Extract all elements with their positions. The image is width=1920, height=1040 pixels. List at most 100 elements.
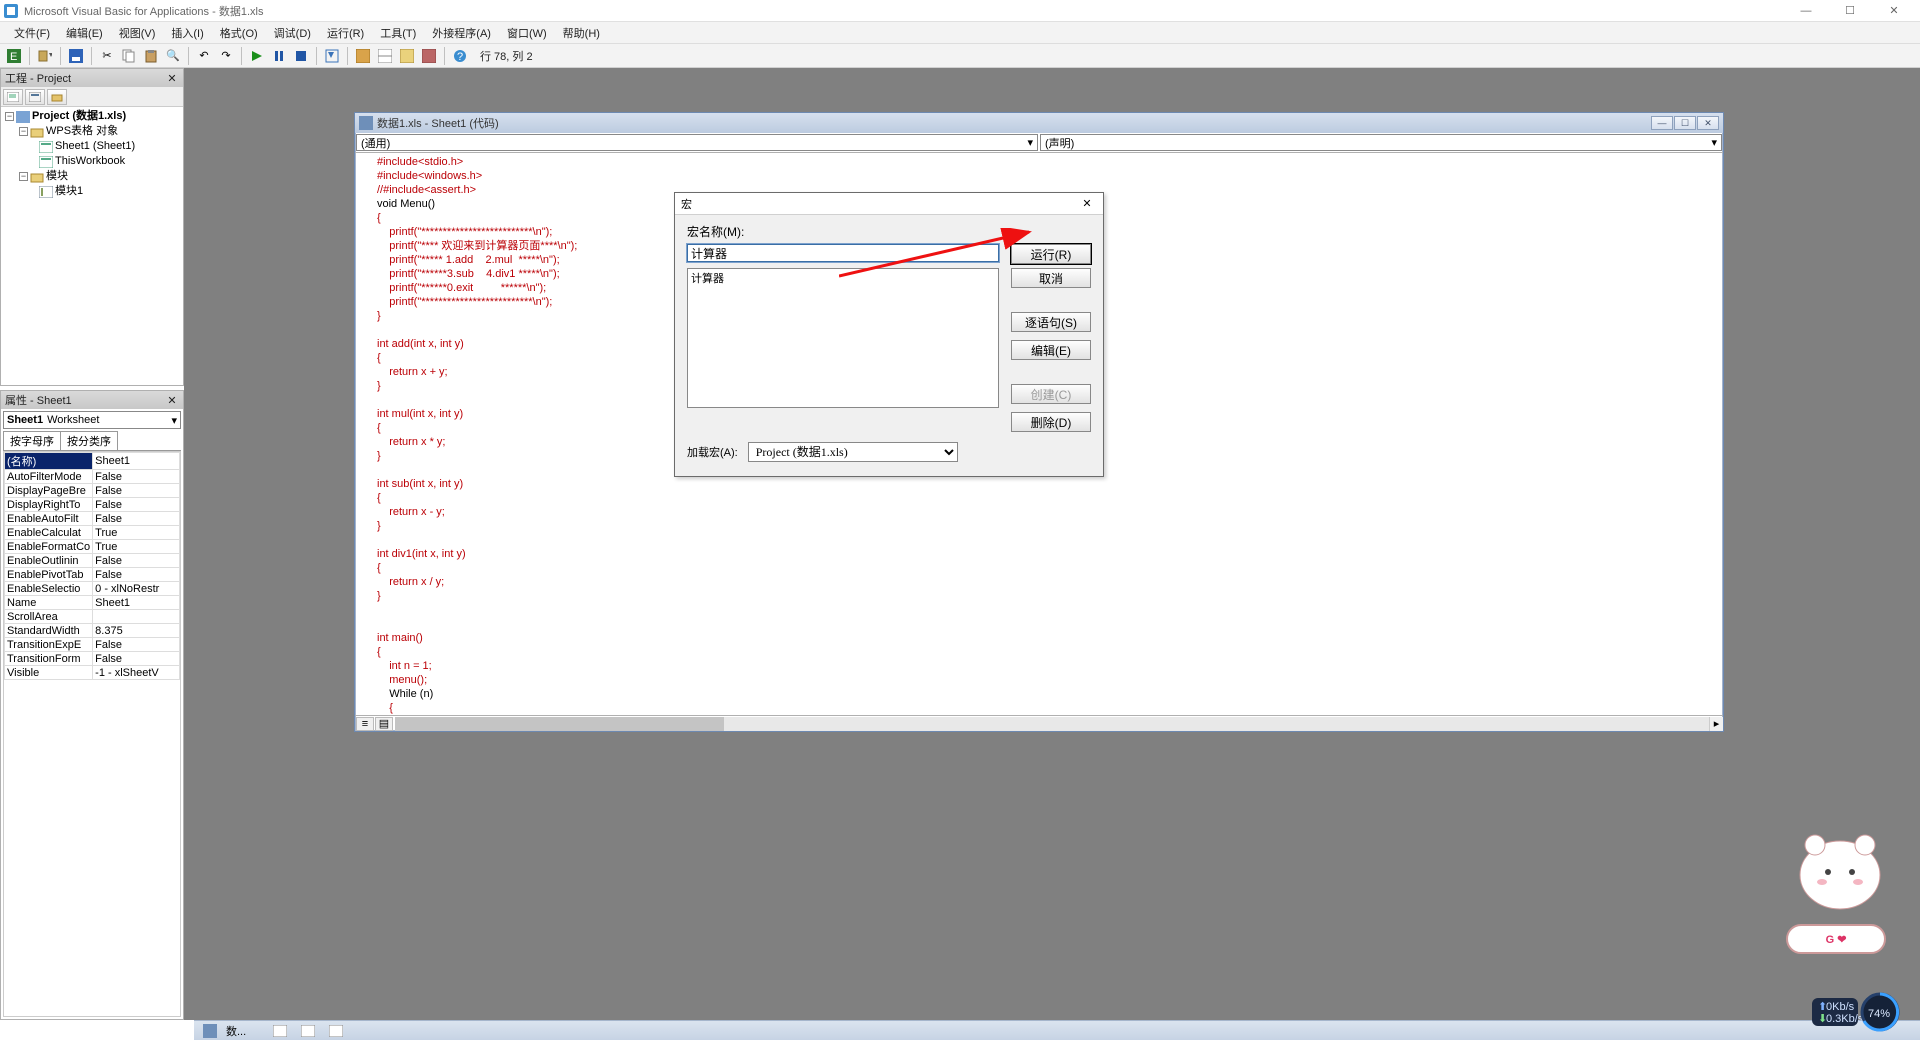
properties-object-name: Sheet1	[7, 414, 43, 426]
scroll-right-icon[interactable]: ▸	[1709, 717, 1723, 731]
horizontal-scrollbar[interactable]	[395, 717, 1709, 731]
properties-panel-close-icon[interactable]: ✕	[165, 393, 179, 407]
procedure-combobox[interactable]: (声明)▾	[1040, 134, 1722, 151]
tree-sheet1[interactable]: Sheet1 (Sheet1)	[55, 139, 135, 154]
taskbar-sheet-icon1[interactable]	[268, 1023, 292, 1039]
tb-paste-icon[interactable]	[141, 46, 161, 66]
tb-reset-icon[interactable]	[291, 46, 311, 66]
menu-insert[interactable]: 插入(I)	[163, 23, 211, 43]
code-window-titlebar[interactable]: 数据1.xls - Sheet1 (代码) — ☐ ✕	[355, 113, 1723, 133]
edit-button[interactable]: 编辑(E)	[1011, 340, 1091, 360]
taskbar-sheet-icon3[interactable]	[324, 1023, 348, 1039]
code-window-maximize-button[interactable]: ☐	[1674, 116, 1696, 130]
run-button[interactable]: 运行(R)	[1011, 244, 1091, 264]
menu-run[interactable]: 运行(R)	[319, 23, 372, 43]
tb-properties-window-icon[interactable]	[375, 46, 395, 66]
macro-list[interactable]: 计算器	[687, 268, 999, 408]
macro-list-item[interactable]: 计算器	[691, 270, 995, 286]
tb-break-icon[interactable]	[269, 46, 289, 66]
taskbar-sheet-icon2[interactable]	[296, 1023, 320, 1039]
property-row[interactable]: EnableOutlininFalse	[5, 554, 180, 568]
tb-project-explorer-icon[interactable]	[353, 46, 373, 66]
property-row[interactable]: DisplayRightToFalse	[5, 498, 180, 512]
tb-sep	[60, 47, 61, 65]
mdi-client-area: 数据1.xls - Sheet1 (代码) — ☐ ✕ (通用)▾ (声明)▾ …	[184, 68, 1920, 1020]
property-row[interactable]: ScrollArea	[5, 610, 180, 624]
project-panel-header[interactable]: 工程 - Project ✕	[1, 69, 183, 87]
tree-thisworkbook[interactable]: ThisWorkbook	[55, 154, 125, 169]
menu-edit[interactable]: 编辑(E)	[58, 23, 111, 43]
tree-wps-objects-folder[interactable]: WPS表格 对象	[46, 124, 118, 139]
tree-modules-folder[interactable]: 模块	[46, 169, 68, 184]
step-into-button[interactable]: 逐语句(S)	[1011, 312, 1091, 332]
menu-addins[interactable]: 外接程序(A)	[424, 23, 499, 43]
property-row[interactable]: Visible-1 - xlSheetV	[5, 666, 180, 680]
menu-window[interactable]: 窗口(W)	[499, 23, 555, 43]
macros-in-select[interactable]: Project (数据1.xls)	[748, 442, 958, 462]
tb-cut-icon[interactable]: ✂	[97, 46, 117, 66]
tab-categorized[interactable]: 按分类序	[60, 431, 118, 450]
menu-file[interactable]: 文件(F)	[6, 23, 58, 43]
property-row[interactable]: TransitionExpEFalse	[5, 638, 180, 652]
scrollbar-thumb[interactable]	[395, 717, 724, 731]
macro-dialog: 宏 ✕ 宏名称(M): 运行(R) 计算器 取消 逐语句(S) 编辑(E) 创建…	[674, 192, 1104, 477]
menu-tools[interactable]: 工具(T)	[372, 23, 424, 43]
tb-insert-dropdown[interactable]	[35, 46, 55, 66]
tb-design-mode-icon[interactable]	[322, 46, 342, 66]
property-row[interactable]: EnableSelectio0 - xlNoRestr	[5, 582, 180, 596]
view-code-icon[interactable]	[3, 89, 23, 105]
properties-object-selector[interactable]: Sheet1 Worksheet ▾	[3, 411, 181, 429]
procedure-view-icon[interactable]: ≡	[356, 717, 374, 731]
menu-format[interactable]: 格式(O)	[212, 23, 266, 43]
tb-find-icon[interactable]: 🔍	[163, 46, 183, 66]
property-row[interactable]: NameSheet1	[5, 596, 180, 610]
tb-view-excel-icon[interactable]: E	[4, 46, 24, 66]
tb-sep	[188, 47, 189, 65]
tb-undo-icon[interactable]: ↶	[194, 46, 214, 66]
property-row[interactable]: DisplayPageBreFalse	[5, 484, 180, 498]
property-row[interactable]: EnableAutoFiltFalse	[5, 512, 180, 526]
tree-module1[interactable]: 模块1	[55, 184, 83, 199]
macro-dialog-titlebar[interactable]: 宏 ✕	[675, 193, 1103, 215]
menu-debug[interactable]: 调试(D)	[266, 23, 319, 43]
tab-alphabetic[interactable]: 按字母序	[3, 431, 61, 450]
project-panel-close-icon[interactable]: ✕	[165, 71, 179, 85]
tb-redo-icon[interactable]: ↷	[216, 46, 236, 66]
toggle-folders-icon[interactable]	[47, 89, 67, 105]
tb-sep	[444, 47, 445, 65]
tb-save-icon[interactable]	[66, 46, 86, 66]
full-module-view-icon[interactable]: ▤	[375, 717, 393, 731]
tb-run-icon[interactable]	[247, 46, 267, 66]
property-row[interactable]: EnableCalculatTrue	[5, 526, 180, 540]
property-row[interactable]: (名称)Sheet1	[5, 453, 180, 470]
property-row[interactable]: StandardWidth8.375	[5, 624, 180, 638]
taskbar-doc-icon[interactable]	[198, 1023, 222, 1039]
window-minimize-button[interactable]: —	[1784, 0, 1828, 22]
taskbar-doc-label[interactable]: 数...	[226, 1023, 246, 1039]
tb-toolbox-icon[interactable]	[419, 46, 439, 66]
property-row[interactable]: TransitionFormFalse	[5, 652, 180, 666]
macro-name-input[interactable]	[687, 244, 999, 262]
code-window-close-button[interactable]: ✕	[1697, 116, 1719, 130]
project-tree[interactable]: −Project (数据1.xls) −WPS表格 对象 Sheet1 (She…	[1, 107, 183, 201]
object-combobox[interactable]: (通用)▾	[356, 134, 1038, 151]
window-close-button[interactable]: ✕	[1872, 0, 1916, 22]
property-row[interactable]: AutoFilterModeFalse	[5, 470, 180, 484]
menu-view[interactable]: 视图(V)	[111, 23, 164, 43]
delete-button[interactable]: 删除(D)	[1011, 412, 1091, 432]
tb-copy-icon[interactable]	[119, 46, 139, 66]
menu-help[interactable]: 帮助(H)	[555, 23, 608, 43]
tb-help-icon[interactable]: ?	[450, 46, 470, 66]
properties-grid[interactable]: (名称)Sheet1AutoFilterModeFalseDisplayPage…	[3, 451, 181, 1017]
cancel-button[interactable]: 取消	[1011, 268, 1091, 288]
create-button[interactable]: 创建(C)	[1011, 384, 1091, 404]
view-object-icon[interactable]	[25, 89, 45, 105]
macro-dialog-close-icon[interactable]: ✕	[1077, 195, 1097, 213]
window-maximize-button[interactable]: ☐	[1828, 0, 1872, 22]
tree-project-root[interactable]: Project (数据1.xls)	[32, 109, 126, 124]
properties-panel-header[interactable]: 属性 - Sheet1 ✕	[1, 391, 183, 409]
tb-object-browser-icon[interactable]	[397, 46, 417, 66]
property-row[interactable]: EnableFormatCoTrue	[5, 540, 180, 554]
property-row[interactable]: EnablePivotTabFalse	[5, 568, 180, 582]
code-window-minimize-button[interactable]: —	[1651, 116, 1673, 130]
